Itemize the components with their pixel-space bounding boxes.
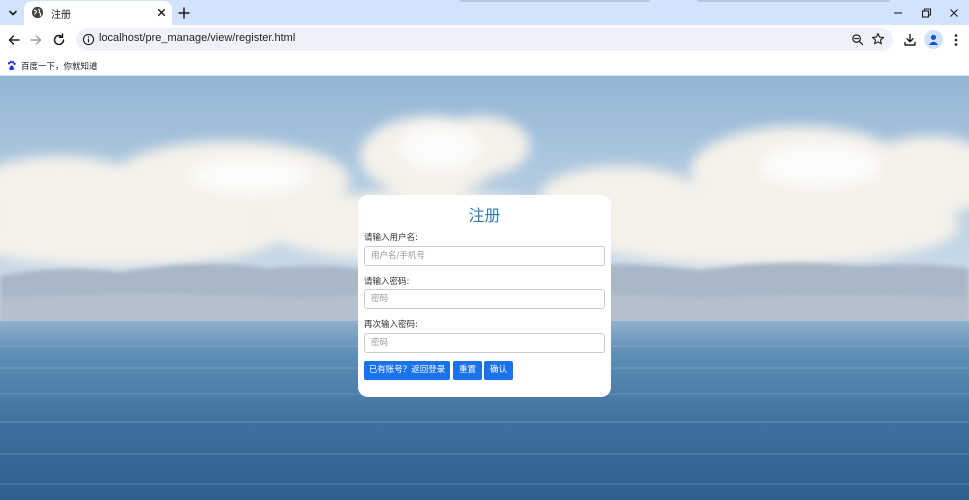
restore-icon[interactable]	[918, 5, 934, 21]
tab-strip-shadow	[460, 0, 650, 2]
browser-toolbar: localhost/pre_manage/view/register.html	[0, 25, 969, 55]
tab-search-button[interactable]	[4, 4, 22, 22]
bookmark-label: 百度一下，你就知道	[21, 61, 98, 72]
zoom-icon[interactable]	[851, 33, 864, 46]
page-viewport: 注册 请输入用户名: 请输入密码: 再次输入密码: 已有账号？返回登录 重置 确…	[0, 76, 969, 500]
username-input[interactable]	[364, 246, 605, 266]
new-tab-plus-icon[interactable]	[177, 6, 191, 20]
back-to-login-button[interactable]: 已有账号？返回登录	[364, 361, 450, 380]
username-label: 请输入用户名:	[364, 233, 418, 243]
minimize-icon[interactable]	[890, 5, 906, 21]
password-confirm-label: 再次输入密码:	[364, 320, 418, 330]
more-vertical-icon[interactable]	[948, 32, 964, 48]
window-close-icon[interactable]	[946, 5, 962, 21]
address-bar[interactable]: localhost/pre_manage/view/register.html	[76, 28, 893, 51]
baidu-paw-icon	[7, 60, 16, 70]
bookmark-baidu[interactable]: 百度一下，你就知道	[6, 58, 98, 73]
password-confirm-input[interactable]	[364, 333, 605, 353]
tab-title: 注册	[51, 10, 71, 21]
tab-strip-shadow	[697, 0, 890, 2]
browser-tab-active[interactable]: 注册	[24, 1, 172, 25]
password-label: 请输入密码:	[364, 277, 410, 287]
download-icon[interactable]	[902, 32, 918, 48]
globe-icon	[31, 6, 44, 19]
back-arrow-icon[interactable]	[6, 32, 22, 48]
page-title: 注册	[468, 206, 501, 225]
url-text[interactable]: localhost/pre_manage/view/register.html	[99, 32, 295, 44]
tab-strip: 注册	[0, 0, 969, 25]
profile-button[interactable]	[924, 30, 943, 49]
reload-icon[interactable]	[51, 32, 67, 48]
avatar-icon	[928, 34, 939, 45]
password-input[interactable]	[364, 289, 605, 309]
bookmark-star-icon[interactable]	[871, 32, 885, 46]
close-icon[interactable]	[155, 6, 168, 19]
register-card: 注册 请输入用户名: 请输入密码: 再次输入密码: 已有账号？返回登录 重置 确…	[358, 195, 611, 397]
chevron-down-icon	[9, 10, 17, 16]
bookmarks-bar: 百度一下，你就知道	[0, 55, 969, 76]
reset-button[interactable]: 重置	[453, 361, 482, 380]
forward-arrow-icon[interactable]	[28, 32, 44, 48]
confirm-button[interactable]: 确认	[484, 361, 513, 380]
site-info-icon[interactable]	[82, 33, 95, 46]
